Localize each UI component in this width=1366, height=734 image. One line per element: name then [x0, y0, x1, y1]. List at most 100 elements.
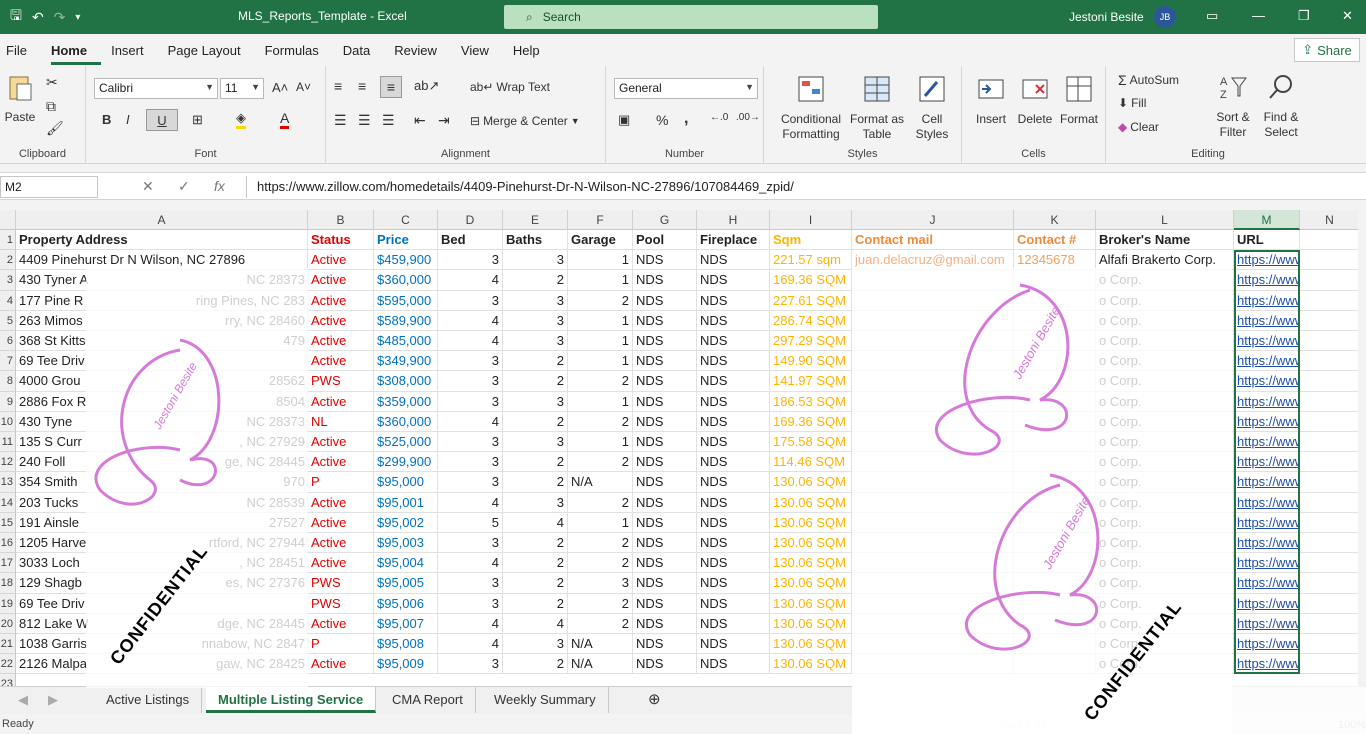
table-cell[interactable]: N/A [568, 472, 633, 493]
table-cell[interactable]: 4 [438, 411, 503, 432]
table-cell[interactable]: Alfafi Brakerto Corp. [1096, 250, 1234, 271]
table-cell[interactable]: Active [308, 492, 374, 513]
table-cell[interactable]: 3 [503, 250, 568, 271]
table-cell[interactable]: NDS [633, 573, 697, 594]
maximize-icon[interactable]: ❐ [1298, 8, 1310, 24]
align-top-icon[interactable]: ≡ [334, 78, 342, 94]
table-cell[interactable]: o Corp. [1096, 411, 1234, 432]
table-cell[interactable]: NDS [633, 492, 697, 513]
accounting-icon[interactable]: ▣ [618, 112, 630, 128]
row-header[interactable]: 21 [0, 634, 16, 655]
font-color-icon[interactable]: A [280, 110, 290, 129]
table-cell[interactable] [1300, 250, 1358, 271]
sheet-tab-weekly-summary[interactable]: Weekly Summary [482, 687, 609, 713]
table-cell[interactable]: 221.57 sqm [770, 250, 852, 271]
table-cell[interactable]: 3 [438, 371, 503, 392]
table-cell[interactable]: 3 [438, 533, 503, 554]
table-cell[interactable]: 169.36 SQM [770, 270, 852, 291]
tab-view[interactable]: View [461, 43, 503, 58]
table-cell[interactable]: 114.46 SQM [770, 452, 852, 473]
table-cell[interactable]: 2 [503, 452, 568, 473]
table-cell[interactable]: NDS [633, 613, 697, 634]
row-header[interactable]: 10 [0, 411, 16, 432]
table-cell[interactable]: 1 [568, 432, 633, 453]
table-cell[interactable]: 130.06 SQM [770, 533, 852, 554]
table-cell[interactable] [852, 371, 1014, 392]
table-cell[interactable]: 3 [438, 472, 503, 493]
table-cell[interactable]: P [308, 472, 374, 493]
table-cell[interactable] [1300, 513, 1358, 533]
borders-icon[interactable]: ⊞ [192, 112, 203, 128]
table-cell[interactable]: 2 [503, 411, 568, 432]
table-cell[interactable]: 130.06 SQM [770, 492, 852, 513]
table-cell[interactable]: $459,900 [374, 250, 438, 271]
table-cell[interactable]: NDS [697, 290, 770, 311]
table-cell[interactable] [1014, 371, 1096, 392]
autosum-button[interactable]: Σ AutoSum [1118, 72, 1179, 88]
table-cell[interactable]: $95,000 [374, 472, 438, 493]
wrap-text-button[interactable]: ab↵ Wrap Text [470, 80, 550, 94]
table-cell[interactable]: 1 [568, 331, 633, 352]
format-painter-icon[interactable]: 🖌 [46, 120, 64, 137]
table-cell[interactable]: 3 [438, 593, 503, 614]
table-cell[interactable]: 2 [503, 533, 568, 554]
cell-styles-button[interactable]: Cell Styles [906, 74, 958, 142]
table-cell[interactable] [1014, 472, 1096, 493]
table-cell[interactable]: NDS [697, 512, 770, 533]
table-cell[interactable]: PWS [308, 573, 374, 594]
row-header[interactable]: 23 [0, 674, 16, 686]
table-cell[interactable] [1300, 614, 1358, 634]
table-cell[interactable] [852, 512, 1014, 533]
header-cell[interactable] [1300, 230, 1358, 251]
increase-indent-icon[interactable]: ⇥ [438, 112, 450, 129]
header-cell[interactable]: Contact # [1014, 230, 1096, 251]
table-cell[interactable]: 4 [438, 613, 503, 634]
table-cell[interactable]: $485,000 [374, 331, 438, 352]
table-cell[interactable]: $525,000 [374, 432, 438, 453]
table-cell[interactable] [852, 270, 1014, 291]
table-cell[interactable] [852, 573, 1014, 594]
cancel-icon[interactable]: ✕ [142, 178, 154, 195]
table-cell[interactable] [1014, 391, 1096, 412]
table-cell[interactable] [1300, 412, 1358, 432]
column-header[interactable]: H [697, 210, 770, 230]
table-cell[interactable]: 2 [568, 533, 633, 554]
table-cell[interactable]: 4 [438, 270, 503, 291]
font-name-select[interactable]: Calibri ▼ [94, 78, 218, 99]
row-header[interactable]: 17 [0, 553, 16, 574]
table-cell[interactable]: Active [308, 310, 374, 331]
table-cell[interactable]: NDS [633, 654, 697, 675]
table-cell[interactable]: 130.06 SQM [770, 654, 852, 675]
table-cell[interactable]: 186.53 SQM [770, 391, 852, 412]
number-format-select[interactable]: General ▼ [614, 78, 758, 99]
table-cell[interactable]: $589,900 [374, 310, 438, 331]
table-cell[interactable]: 2 [503, 472, 568, 493]
table-cell[interactable]: NDS [697, 533, 770, 554]
table-cell[interactable]: PWS [308, 593, 374, 614]
table-cell[interactable]: 2 [568, 290, 633, 311]
table-cell[interactable]: NDS [697, 553, 770, 574]
table-cell[interactable]: 3 [503, 432, 568, 453]
conditional-formatting-button[interactable]: Conditional Formatting [772, 74, 850, 142]
header-cell[interactable]: URL [1234, 230, 1300, 251]
table-cell[interactable]: NDS [633, 452, 697, 473]
table-cell[interactable]: 2 [503, 270, 568, 291]
increase-decimal-icon[interactable]: ←.0 [710, 112, 728, 123]
table-cell[interactable]: o Corp. [1096, 533, 1234, 554]
table-cell[interactable]: 3 [438, 351, 503, 372]
table-cell[interactable]: Active [308, 391, 374, 412]
table-cell[interactable]: o Corp. [1096, 290, 1234, 311]
table-cell[interactable]: 2 [503, 371, 568, 392]
table-cell[interactable] [1014, 411, 1096, 432]
table-cell[interactable] [1014, 654, 1096, 675]
tab-data[interactable]: Data [343, 43, 384, 58]
orientation-icon[interactable]: ab↗ [414, 78, 439, 94]
table-cell[interactable] [1300, 553, 1358, 574]
table-cell[interactable]: 286.74 SQM [770, 310, 852, 331]
minimize-icon[interactable]: — [1252, 8, 1265, 23]
table-cell[interactable]: 130.06 SQM [770, 613, 852, 634]
table-cell[interactable] [1300, 351, 1358, 372]
table-cell[interactable]: o Corp. [1096, 351, 1234, 372]
merge-center-button[interactable]: ⊟ Merge & Center ▼ [470, 114, 580, 128]
table-cell[interactable]: NDS [697, 411, 770, 432]
